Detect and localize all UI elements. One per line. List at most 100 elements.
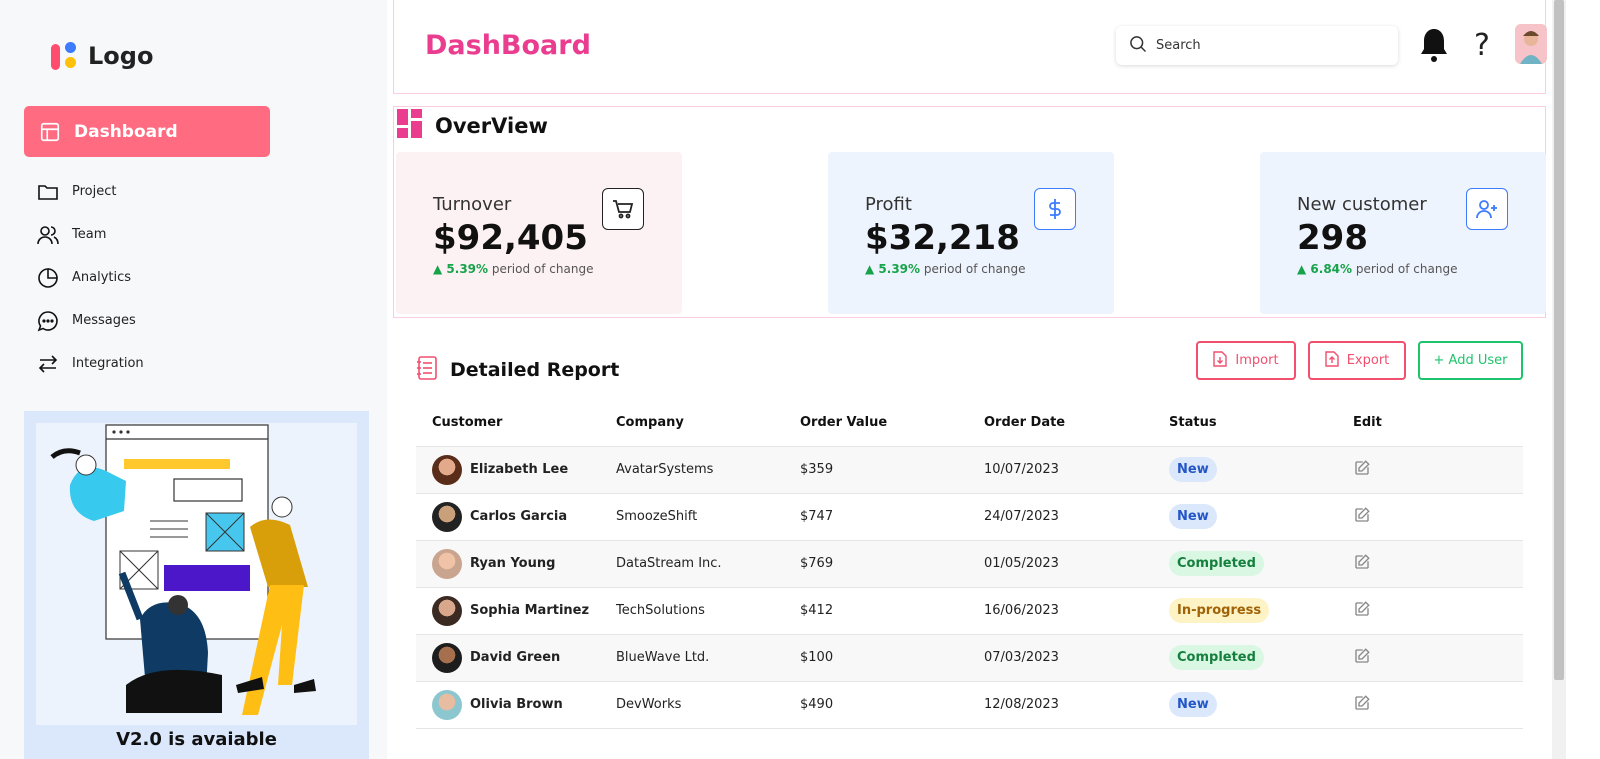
top-header: DashBoard ? <box>393 0 1547 94</box>
edit-icon[interactable] <box>1353 459 1371 481</box>
sidebar-item-integration[interactable]: Integration <box>36 342 144 385</box>
sidebar-item-messages[interactable]: Messages <box>36 299 144 342</box>
edit-icon[interactable] <box>1353 647 1371 669</box>
company-cell: BlueWave Ltd. <box>600 634 784 682</box>
order-value-cell: $747 <box>784 493 968 541</box>
order-value-cell: $412 <box>784 587 968 635</box>
grid-icon <box>397 109 423 143</box>
status-badge: New <box>1169 504 1217 529</box>
chat-icon <box>36 309 60 333</box>
scrollbar-thumb[interactable] <box>1554 0 1564 680</box>
customer-name: Elizabeth Lee <box>470 462 569 477</box>
table-row[interactable]: David Green BlueWave Ltd. $100 07/03/202… <box>416 634 1523 682</box>
change-suffix: period of change <box>1352 262 1458 276</box>
table-row[interactable]: Elizabeth Lee AvatarSystems $359 10/07/2… <box>416 446 1523 494</box>
vertical-scrollbar[interactable] <box>1552 0 1566 759</box>
customer-name: Sophia Martinez <box>470 603 590 618</box>
column-header[interactable]: Order Date <box>968 400 1153 447</box>
logo-text: Logo <box>88 42 154 70</box>
customer-name: Carlos Garcia <box>470 509 568 524</box>
avatar <box>432 501 462 532</box>
sidebar-item-label: Project <box>72 184 117 199</box>
report-table: Customer Company Order Value Order Date … <box>416 400 1523 729</box>
table-row[interactable]: Carlos Garcia SmoozeShift $747 24/07/202… <box>416 493 1523 541</box>
status-badge: In-progress <box>1169 598 1270 623</box>
change-percent: 5.39% <box>446 262 489 276</box>
search-input[interactable] <box>1156 38 1376 53</box>
column-header: Edit <box>1337 400 1523 447</box>
add-user-button[interactable]: + Add User <box>1418 341 1523 380</box>
search-icon <box>1128 34 1148 58</box>
export-label: Export <box>1346 353 1390 368</box>
edit-icon[interactable] <box>1353 600 1371 622</box>
add-user-icon <box>1466 188 1508 230</box>
status-badge: New <box>1169 457 1217 482</box>
card-value: 298 <box>1297 218 1368 258</box>
sidebar-item-project[interactable]: Project <box>36 170 144 213</box>
change-percent: 5.39% <box>878 262 921 276</box>
pie-chart-icon <box>36 266 60 290</box>
status-badge: Completed <box>1169 551 1264 576</box>
card-change: ▲ 6.84% period of change <box>1297 262 1458 276</box>
order-value-cell: $769 <box>784 540 968 588</box>
avatar <box>432 689 462 720</box>
sidebar-nav: Project Team Analytics Messages Integrat… <box>36 170 144 385</box>
sidebar-item-label: Analytics <box>72 270 132 285</box>
order-date-cell: 01/05/2023 <box>968 540 1153 588</box>
overview-title: OverView <box>435 114 548 138</box>
change-percent: 6.84% <box>1310 262 1353 276</box>
status-badge: Completed <box>1169 645 1264 670</box>
edit-icon[interactable] <box>1353 506 1371 528</box>
column-header[interactable]: Customer <box>416 400 600 447</box>
company-cell: DataStream Inc. <box>600 540 784 588</box>
order-date-cell: 16/06/2023 <box>968 587 1153 635</box>
page-title: DashBoard <box>425 30 591 61</box>
column-header[interactable]: Order Value <box>784 400 968 447</box>
card-change: ▲ 5.39% period of change <box>865 262 1026 276</box>
file-export-icon <box>1325 350 1339 371</box>
profit-card: Profit $32,218 ▲ 5.39% period of change <box>828 152 1114 314</box>
edit-icon[interactable] <box>1353 694 1371 716</box>
search-box <box>1116 26 1398 65</box>
edit-icon[interactable] <box>1353 553 1371 575</box>
overview-header: OverView <box>397 109 548 143</box>
arrows-icon <box>36 352 60 376</box>
card-value: $92,405 <box>433 218 588 258</box>
table-row[interactable]: Olivia Brown DevWorks $490 12/08/2023 Ne… <box>416 681 1523 729</box>
avatar <box>432 595 462 626</box>
order-date-cell: 10/07/2023 <box>968 446 1153 494</box>
team-icon <box>36 223 60 247</box>
card-label: Profit <box>865 194 912 215</box>
import-button[interactable]: Import <box>1196 341 1296 380</box>
overview-section: OverView Turnover $92,405 ▲ 5.39% period… <box>393 106 1546 318</box>
report-icon <box>416 355 438 385</box>
sidebar-item-label: Messages <box>72 313 136 328</box>
sidebar: Logo Dashboard Project Team Analytics Me… <box>0 0 387 759</box>
export-button[interactable]: Export <box>1308 341 1406 380</box>
table-row[interactable]: Sophia Martinez TechSolutions $412 16/06… <box>416 587 1523 635</box>
sidebar-item-analytics[interactable]: Analytics <box>36 256 144 299</box>
folder-icon <box>36 180 60 204</box>
card-change: ▲ 5.39% period of change <box>433 262 594 276</box>
card-value: $32,218 <box>865 218 1020 258</box>
table-row[interactable]: Ryan Young DataStream Inc. $769 01/05/20… <box>416 540 1523 588</box>
import-label: Import <box>1235 353 1279 368</box>
new-customer-card: New customer 298 ▲ 6.84% period of chang… <box>1260 152 1546 314</box>
promo-illustration <box>36 423 357 725</box>
change-suffix: period of change <box>488 262 594 276</box>
column-header[interactable]: Company <box>600 400 784 447</box>
promo-card: V2.0 is avaiable <box>24 411 369 759</box>
change-suffix: period of change <box>920 262 1026 276</box>
sidebar-item-dashboard[interactable]: Dashboard <box>24 106 270 157</box>
logo[interactable]: Logo <box>50 40 153 72</box>
sidebar-item-label: Dashboard <box>74 121 178 142</box>
bell-icon[interactable] <box>1418 24 1450 66</box>
column-header[interactable]: Status <box>1153 400 1337 447</box>
company-cell: DevWorks <box>600 681 784 729</box>
help-icon[interactable]: ? <box>1466 24 1498 66</box>
user-avatar[interactable] <box>1515 24 1547 64</box>
file-import-icon <box>1213 350 1228 371</box>
avatar <box>432 548 462 579</box>
sidebar-item-team[interactable]: Team <box>36 213 144 256</box>
order-date-cell: 07/03/2023 <box>968 634 1153 682</box>
